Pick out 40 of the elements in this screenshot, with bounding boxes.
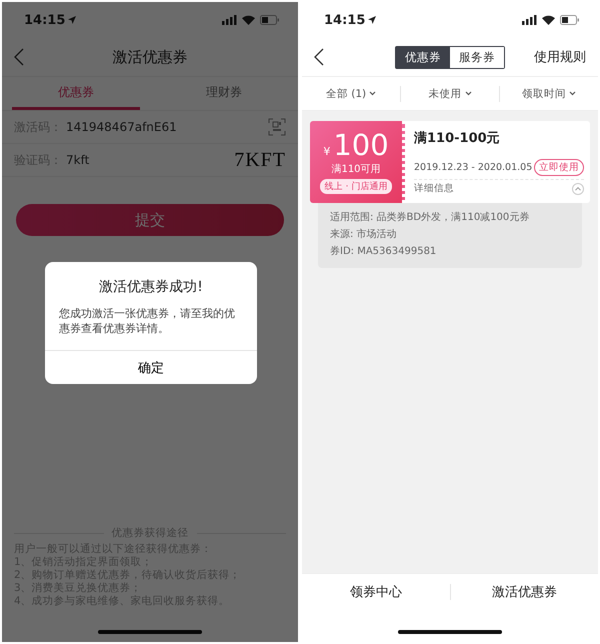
use-now-button[interactable]: 立即使用 — [534, 159, 584, 176]
dialog-title: 激活优惠券成功! — [98, 278, 204, 297]
signal-icon — [522, 15, 537, 25]
coupon-card[interactable]: ¥100 满110可用 线上 · 门店通用 满110-100元 2019.12.23 - 2020.01.05 立即使用 详细信息 — [310, 121, 590, 203]
battery-icon — [560, 15, 580, 25]
rules-link[interactable]: 使用规则 — [534, 48, 586, 66]
details-toggle[interactable]: 详细信息 — [414, 182, 454, 195]
battery-icon — [260, 15, 280, 25]
filter-dropdown[interactable]: 未使用 — [428, 86, 462, 100]
bottom-tab[interactable]: 领券中心 — [302, 582, 450, 602]
detail-text: 适用范围: 品类券BD外发，满110减100元券 — [330, 210, 530, 225]
signal-icon — [222, 15, 237, 25]
back-icon[interactable] — [314, 48, 324, 66]
location-icon — [68, 16, 76, 24]
chevron-down-icon — [369, 91, 376, 96]
coupon-title: 满110-100元 — [414, 130, 501, 147]
bottom-tab[interactable]: 激活优惠券 — [450, 582, 598, 602]
detail-text: 来源: 市场活动 — [330, 228, 398, 242]
coupon-tag: 线上 · 门店通用 — [320, 179, 392, 194]
coupon-dates: 2019.12.23 - 2020.01.05 — [414, 162, 532, 173]
coupon-amount: 100 — [333, 130, 389, 161]
dialog-message: 您成功激活一张优惠券，请至我的优惠券查看优惠券详情。 — [58, 306, 236, 337]
detail-text: 券ID: MA5363499581 — [330, 244, 438, 259]
filter-dropdown[interactable]: 全部 (1) — [326, 86, 366, 100]
confirm-button[interactable]: 确定 — [45, 350, 257, 384]
page-title: 激活优惠券 — [112, 48, 188, 66]
chevron-up-icon[interactable] — [572, 182, 584, 194]
filter-dropdown[interactable]: 领取时间 — [522, 86, 566, 100]
captcha-image[interactable]: 7KFT — [234, 148, 286, 172]
status-time: 14:15 — [324, 12, 366, 28]
chevron-down-icon — [464, 91, 472, 96]
chevron-down-icon — [569, 91, 576, 96]
coupon-condition: 满110可用 — [331, 162, 381, 176]
status-time: 14:15 — [24, 12, 66, 28]
location-icon — [368, 16, 376, 24]
segment-tab[interactable]: 优惠券 — [396, 46, 450, 68]
currency-symbol: ¥ — [323, 145, 330, 158]
qr-scan-icon[interactable] — [268, 118, 286, 136]
wifi-icon — [542, 15, 555, 25]
wifi-icon — [242, 15, 255, 25]
